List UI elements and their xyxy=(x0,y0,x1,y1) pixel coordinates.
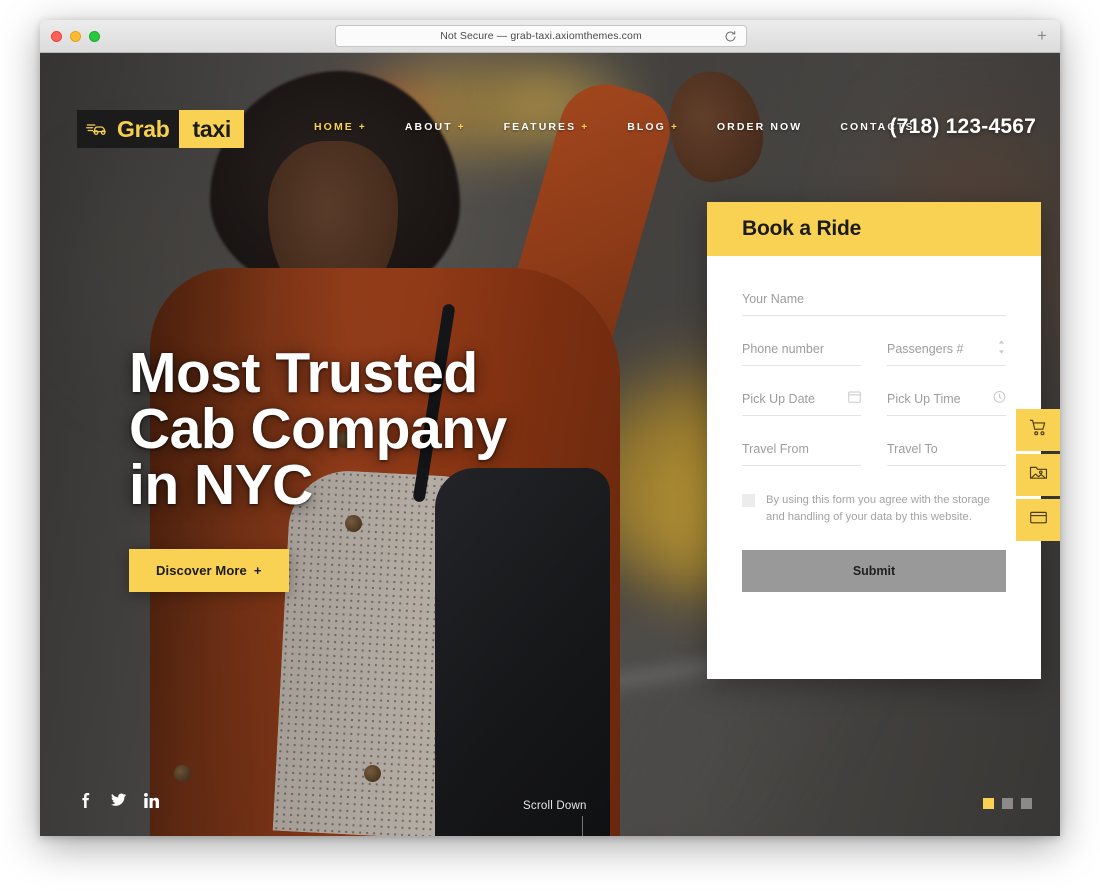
image-folder-icon xyxy=(1029,463,1048,487)
minimize-window-button[interactable] xyxy=(70,31,81,42)
browser-window: Not Secure — grab-taxi.axiomthemes.com + xyxy=(40,20,1060,836)
name-field-placeholder: Your Name xyxy=(742,292,805,306)
nav-item-features[interactable]: FEATURES + xyxy=(485,121,609,133)
hero-title-line-3: in NYC xyxy=(129,453,313,517)
scroll-down-line xyxy=(582,816,583,836)
nav-label-home: HOME xyxy=(314,121,354,133)
form-row-date-time: Pick Up Date Pick Up Time xyxy=(742,390,1006,416)
calendar-icon[interactable] xyxy=(848,390,861,404)
pickup-date-field[interactable]: Pick Up Date xyxy=(742,390,861,416)
chevron-down-icon: + xyxy=(457,121,466,133)
slider-dot-2[interactable] xyxy=(1002,798,1013,809)
nav-item-home[interactable]: HOME + xyxy=(295,121,386,133)
nav-item-order-now[interactable]: ORDER NOW xyxy=(698,121,821,133)
nav-item-about[interactable]: ABOUT + xyxy=(386,121,485,133)
taxi-car-icon xyxy=(86,120,110,138)
twitter-icon[interactable] xyxy=(111,793,126,808)
site-logo[interactable]: Grab taxi xyxy=(77,110,244,148)
logo-word-taxi: taxi xyxy=(192,115,231,142)
chevron-down-icon: + xyxy=(581,121,590,133)
booking-form-header: Book a Ride xyxy=(707,202,1041,256)
new-tab-button[interactable]: + xyxy=(1032,27,1052,47)
discover-more-label: Discover More xyxy=(156,563,247,578)
consent-text: By using this form you agree with the st… xyxy=(766,494,990,523)
gallery-button[interactable] xyxy=(1016,454,1060,496)
slider-pagination xyxy=(983,798,1032,809)
cart-button[interactable] xyxy=(1016,409,1060,451)
booking-form-card: Book a Ride Your Name Phone number Passe… xyxy=(707,202,1041,679)
social-links xyxy=(78,793,159,808)
window-icon xyxy=(1029,508,1048,532)
header-phone-number[interactable]: (718) 123-4567 xyxy=(890,115,1036,139)
booking-form-title: Book a Ride xyxy=(742,217,862,240)
submit-button[interactable]: Submit xyxy=(742,550,1006,592)
page-title: Most Trusted Cab Company in NYC xyxy=(129,341,507,517)
submit-button-label: Submit xyxy=(852,564,896,578)
nav-label-features: FEATURES xyxy=(503,121,577,133)
passengers-field[interactable]: Passengers # xyxy=(887,339,1006,366)
name-field[interactable]: Your Name xyxy=(742,292,1006,316)
form-row-name: Your Name xyxy=(742,292,1006,316)
facebook-icon[interactable] xyxy=(78,793,93,808)
travel-from-field[interactable]: Travel From xyxy=(742,442,861,466)
booking-form-body: Your Name Phone number Passengers # Pick… xyxy=(707,256,1041,592)
url-text: Not Secure — grab-taxi.axiomthemes.com xyxy=(440,30,642,42)
hero-title-line-2: Cab Company xyxy=(129,397,507,461)
hero-title-line-1: Most Trusted xyxy=(129,341,478,405)
nav-label-blog: BLOG xyxy=(627,121,666,133)
phone-field[interactable]: Phone number xyxy=(742,342,861,366)
nav-label-about: ABOUT xyxy=(404,121,453,133)
travel-to-field[interactable]: Travel To xyxy=(887,442,1006,466)
shopping-cart-icon xyxy=(1029,418,1048,442)
form-row-travel: Travel From Travel To xyxy=(742,442,1006,466)
nav-item-blog[interactable]: BLOG + xyxy=(608,121,698,133)
traffic-lights xyxy=(51,31,100,42)
slider-dot-3[interactable] xyxy=(1021,798,1032,809)
consent-row: By using this form you agree with the st… xyxy=(742,492,1006,526)
consent-checkbox[interactable] xyxy=(742,494,755,507)
close-window-button[interactable] xyxy=(51,31,62,42)
address-bar[interactable]: Not Secure — grab-taxi.axiomthemes.com xyxy=(335,25,747,47)
browser-titlebar: Not Secure — grab-taxi.axiomthemes.com + xyxy=(40,20,1060,53)
pickup-time-field[interactable]: Pick Up Time xyxy=(887,390,1006,416)
site-header: Grab taxi HOME + ABOUT + FEATURES + BLOG… xyxy=(40,53,1060,148)
chevron-down-icon: + xyxy=(670,121,679,133)
layout-button[interactable] xyxy=(1016,499,1060,541)
main-navigation: HOME + ABOUT + FEATURES + BLOG + ORDER N… xyxy=(295,121,934,133)
reload-icon[interactable] xyxy=(724,30,737,43)
phone-field-placeholder: Phone number xyxy=(742,342,825,356)
chevron-down-icon: + xyxy=(358,121,367,133)
plus-icon: + xyxy=(253,563,262,578)
pickup-date-placeholder: Pick Up Date xyxy=(742,392,815,406)
passengers-field-placeholder: Passengers # xyxy=(887,342,964,356)
nav-label-order-now: ORDER NOW xyxy=(716,121,803,133)
linkedin-icon[interactable] xyxy=(144,793,159,808)
scroll-down-label[interactable]: Scroll Down xyxy=(523,800,587,812)
spinner-icon[interactable] xyxy=(997,339,1006,355)
pickup-time-placeholder: Pick Up Time xyxy=(887,392,961,406)
page-viewport: Grab taxi HOME + ABOUT + FEATURES + BLOG… xyxy=(40,53,1060,836)
logo-dark-block: Grab xyxy=(77,110,180,148)
floating-side-buttons xyxy=(1016,409,1060,541)
clock-icon[interactable] xyxy=(993,390,1006,404)
travel-from-placeholder: Travel From xyxy=(742,442,809,456)
maximize-window-button[interactable] xyxy=(89,31,100,42)
hero-copy-block: Most Trusted Cab Company in NYC Discover… xyxy=(129,345,507,592)
discover-more-button[interactable]: Discover More + xyxy=(129,549,289,592)
logo-yellow-block: taxi xyxy=(179,110,244,148)
form-row-phone-passengers: Phone number Passengers # xyxy=(742,339,1006,366)
travel-to-placeholder: Travel To xyxy=(887,442,938,456)
logo-word-grab: Grab xyxy=(117,115,170,142)
slider-dot-1[interactable] xyxy=(983,798,994,809)
